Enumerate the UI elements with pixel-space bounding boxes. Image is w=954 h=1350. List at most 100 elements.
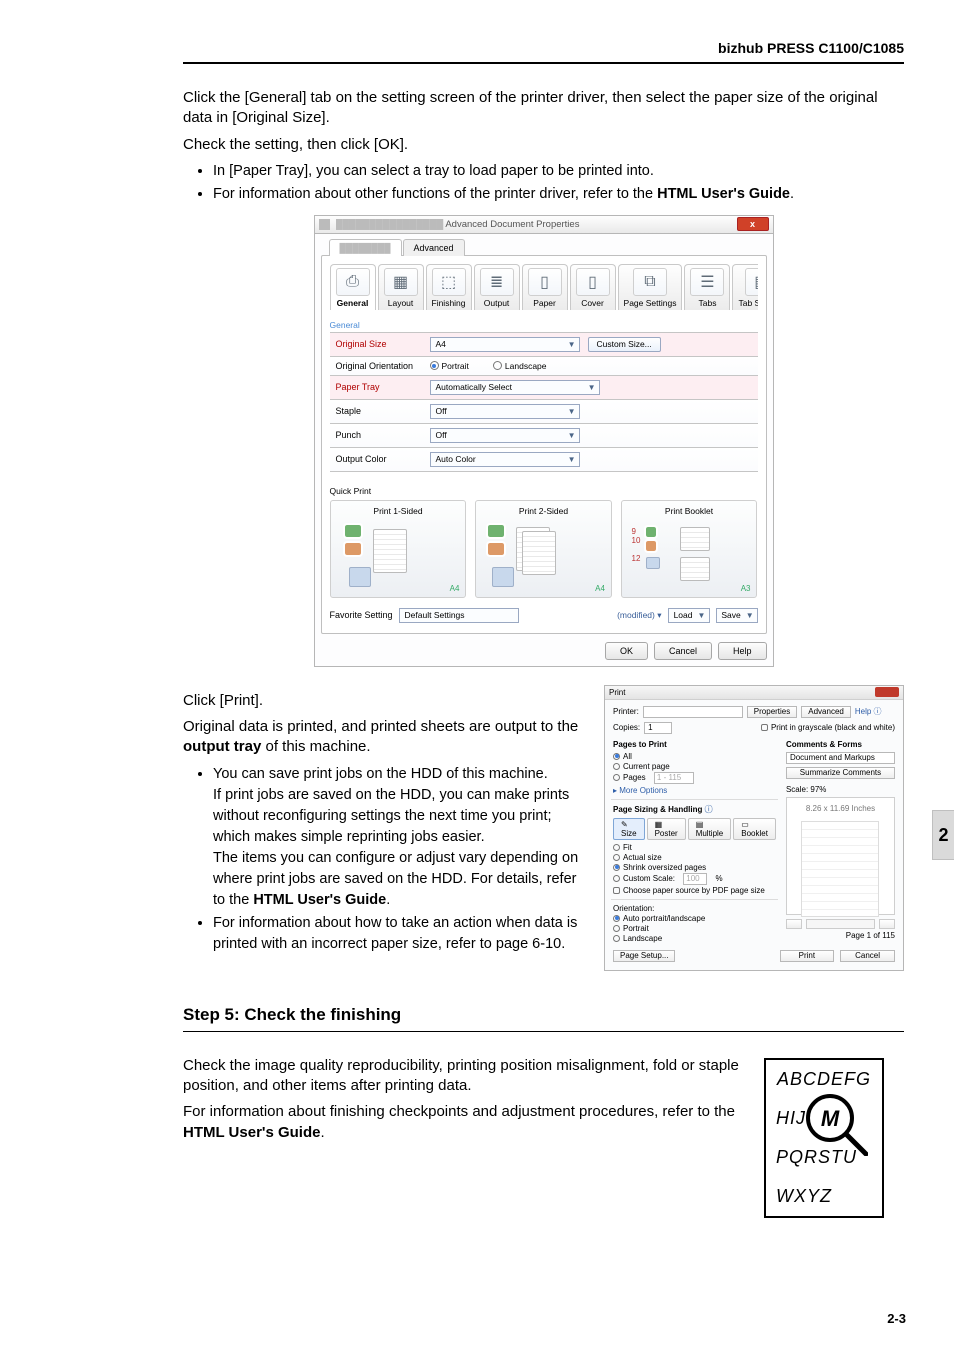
- print-button[interactable]: Print: [780, 950, 834, 962]
- cancel-button[interactable]: Cancel: [654, 642, 712, 660]
- page-next[interactable]: [879, 919, 895, 929]
- page-prev[interactable]: [786, 919, 802, 929]
- row-original-size: Original Size A4▼ Custom Size...: [330, 333, 758, 357]
- orient-portrait[interactable]: Portrait: [613, 924, 776, 933]
- copies-input[interactable]: 1: [644, 722, 672, 734]
- ok-button[interactable]: OK: [605, 642, 648, 660]
- tab-output[interactable]: ≣Output: [474, 264, 520, 310]
- finishing-icon: ⬚: [432, 268, 466, 296]
- printer-driver-dialog: ████████████████ Advanced Document Prope…: [314, 215, 774, 667]
- magnifier-illustration: ABCDEFG HIJ M PQRSTU WXYZ: [764, 1058, 884, 1218]
- layout-icon: ▦: [384, 268, 418, 296]
- upper-tab-blank[interactable]: ████████: [329, 239, 402, 256]
- pages-range[interactable]: Pages 1 - 115: [613, 772, 776, 784]
- page-number: 2-3: [887, 1311, 906, 1326]
- orientation-portrait[interactable]: Portrait: [430, 361, 469, 371]
- help-link[interactable]: Help ⓘ: [855, 706, 882, 717]
- original-size-select[interactable]: A4▼: [430, 337, 580, 352]
- upper-tab-advanced[interactable]: Advanced: [403, 239, 465, 256]
- summarize-button[interactable]: Summarize Comments: [786, 767, 895, 779]
- app-icon: [319, 219, 330, 230]
- orient-auto[interactable]: Auto portrait/landscape: [613, 914, 776, 923]
- save-button[interactable]: Save▼: [716, 608, 758, 623]
- tab-cover[interactable]: ▯Cover: [570, 264, 616, 310]
- tab-finishing[interactable]: ⬚Finishing: [426, 264, 472, 310]
- close-icon[interactable]: x: [737, 217, 769, 231]
- tabs-icon: ☰: [690, 268, 724, 296]
- click-print: Click [Print].: [183, 691, 586, 711]
- intro-bullet-2: For information about other functions of…: [213, 184, 904, 205]
- close-icon[interactable]: [875, 687, 899, 697]
- tab-tabsettings[interactable]: ▤Tab Settings: [732, 264, 757, 310]
- tab-pagesettings[interactable]: ⧉Page Settings: [618, 264, 683, 310]
- load-button[interactable]: Load▼: [668, 608, 710, 623]
- output-color-select[interactable]: Auto Color▼: [430, 452, 580, 467]
- custom-scale[interactable]: Custom Scale: 100 %: [613, 873, 776, 885]
- step5-p1: Check the image quality reproducibility,…: [183, 1056, 746, 1097]
- row-orientation: Original Orientation Portrait Landscape: [330, 357, 758, 376]
- pages-current[interactable]: Current page: [613, 762, 776, 771]
- print-dialog-titlebar: Print: [605, 686, 903, 700]
- properties-button[interactable]: Properties: [747, 706, 797, 718]
- tab-tabs[interactable]: ☰Tabs: [684, 264, 730, 310]
- shrink[interactable]: Shrink oversized pages: [613, 863, 776, 872]
- grayscale-check[interactable]: Print in grayscale (black and white): [761, 723, 895, 732]
- row-punch: Punch Off▼: [330, 424, 758, 448]
- help-button[interactable]: Help: [718, 642, 767, 660]
- magnifier-icon: M: [804, 1092, 868, 1156]
- chip-poster[interactable]: ▦ Poster: [647, 818, 686, 840]
- driver-footer: Favorite Setting Default Settings (modif…: [330, 608, 758, 623]
- comments-select[interactable]: Document and Markups: [786, 752, 895, 764]
- section-label: General: [330, 320, 758, 330]
- quickprint-1sided[interactable]: Print 1-Sided A4: [330, 500, 467, 598]
- print-bul-1: You can save print jobs on the HDD of th…: [213, 764, 586, 911]
- modified-indicator: (modified) ▾: [617, 610, 661, 621]
- chip-multiple[interactable]: ▤ Multiple: [688, 818, 732, 840]
- intro-bullets: In [Paper Tray], you can select a tray t…: [183, 161, 904, 205]
- page-setup-button[interactable]: Page Setup...: [613, 950, 675, 962]
- paper-icon: ▯: [528, 268, 562, 296]
- quickprint-2sided[interactable]: Print 2-Sided A4: [475, 500, 612, 598]
- page-header: bizhub PRESS C1100/C1085: [183, 40, 904, 64]
- choose-source[interactable]: Choose paper source by PDF page size: [613, 886, 776, 895]
- svg-text:M: M: [821, 1106, 840, 1131]
- intro-p2: Check the setting, then click [OK].: [183, 135, 904, 155]
- printer-select[interactable]: [643, 706, 743, 718]
- actual[interactable]: Actual size: [613, 853, 776, 862]
- fit[interactable]: Fit: [613, 843, 776, 852]
- orient-landscape[interactable]: Landscape: [613, 934, 776, 943]
- driver-tabstrip: ⎙General ▦Layout ⬚Finishing ≣Output ▯Pap…: [330, 264, 758, 310]
- chip-size[interactable]: ✎ Size: [613, 818, 645, 840]
- tab-layout[interactable]: ▦Layout: [378, 264, 424, 310]
- row-staple: Staple Off▼: [330, 400, 758, 424]
- dlg-cancel-button[interactable]: Cancel: [840, 950, 895, 962]
- intro-bullet-1: In [Paper Tray], you can select a tray t…: [213, 161, 904, 182]
- output-icon: ≣: [480, 268, 514, 296]
- model-name: bizhub PRESS C1100/C1085: [718, 40, 904, 56]
- staple-select[interactable]: Off▼: [430, 404, 580, 419]
- dialog-titlebar: ████████████████ Advanced Document Prope…: [315, 216, 773, 234]
- row-output-color: Output Color Auto Color▼: [330, 448, 758, 472]
- pages-all[interactable]: All: [613, 752, 776, 761]
- tab-paper[interactable]: ▯Paper: [522, 264, 568, 310]
- more-options[interactable]: ▸ More Options: [613, 786, 776, 795]
- print-dialog: Print Printer: Properties Advanced Help …: [604, 685, 904, 971]
- print-bullets: You can save print jobs on the HDD of th…: [183, 764, 586, 955]
- step5-p2: For information about finishing checkpoi…: [183, 1102, 746, 1143]
- page-scrollbar[interactable]: [806, 919, 875, 929]
- quick-print: Quick Print Print 1-Sided A4 Print 2-Sid…: [330, 486, 758, 598]
- info-icon[interactable]: ⓘ: [705, 805, 713, 814]
- chapter-index-tab: 2: [932, 810, 954, 860]
- custom-size-button[interactable]: Custom Size...: [588, 337, 661, 352]
- print-output-para: Original data is printed, and printed sh…: [183, 717, 586, 758]
- tab-general[interactable]: ⎙General: [330, 264, 376, 310]
- favorite-select[interactable]: Default Settings: [399, 608, 519, 623]
- punch-select[interactable]: Off▼: [430, 428, 580, 443]
- orientation-landscape[interactable]: Landscape: [493, 361, 547, 371]
- print-bul-2: For information about how to take an act…: [213, 913, 586, 955]
- chip-booklet[interactable]: ▭ Booklet: [733, 818, 776, 840]
- tabsettings-icon: ▤: [745, 268, 758, 296]
- quickprint-booklet[interactable]: Print Booklet 91012 A3: [621, 500, 758, 598]
- paper-tray-select[interactable]: Automatically Select▼: [430, 380, 600, 395]
- advanced-button[interactable]: Advanced: [801, 706, 851, 718]
